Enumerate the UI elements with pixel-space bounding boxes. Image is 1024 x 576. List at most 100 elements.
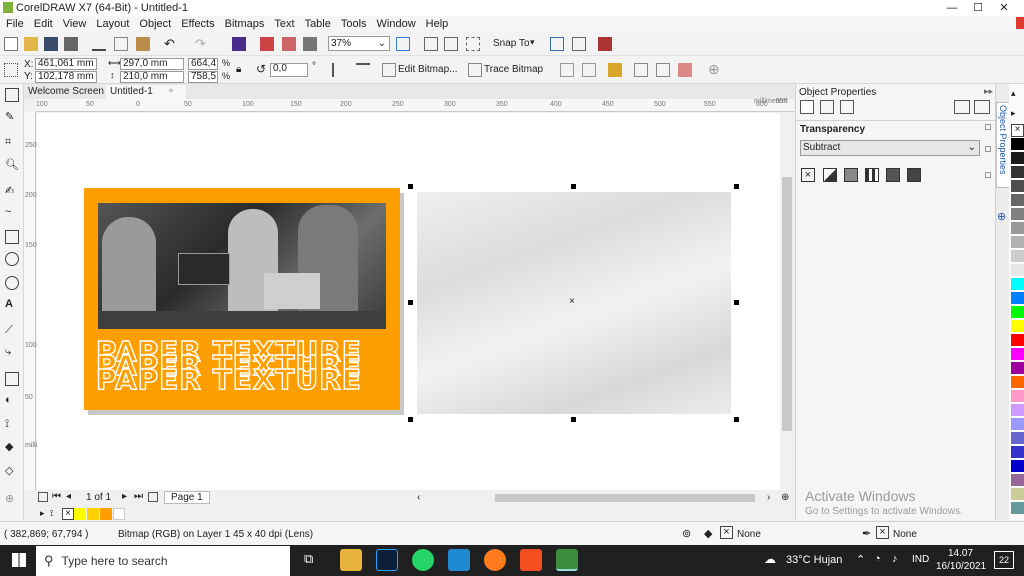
- clock-date[interactable]: 16/10/2021: [936, 561, 986, 572]
- tab-welcome-screen[interactable]: Welcome Screen: [24, 85, 108, 99]
- vscode-icon[interactable]: [448, 549, 470, 571]
- palette-menu-icon[interactable]: ▸: [40, 508, 45, 519]
- parallel-dimension-icon[interactable]: ⟋: [5, 324, 19, 338]
- weather-text[interactable]: 33°C Hujan: [786, 554, 842, 566]
- color-swatch[interactable]: [1011, 278, 1024, 291]
- close-button[interactable]: ✕: [992, 0, 1016, 16]
- new-doc-icon[interactable]: [4, 37, 18, 51]
- mirror-vertical-icon[interactable]: [356, 63, 370, 77]
- color-swatch[interactable]: [1011, 488, 1024, 501]
- color-swatch[interactable]: [1011, 418, 1024, 431]
- pick-tool-icon[interactable]: [5, 88, 19, 102]
- scroll-right-icon[interactable]: ›: [767, 492, 770, 503]
- import-icon[interactable]: [260, 37, 274, 51]
- color-swatch[interactable]: [1011, 152, 1024, 165]
- scale-height-field[interactable]: 758,5: [188, 71, 218, 83]
- windows-start-icon[interactable]: [12, 553, 26, 567]
- selection-handle[interactable]: [408, 184, 413, 189]
- scale-width-field[interactable]: 664,4: [188, 58, 218, 70]
- color-swatch[interactable]: [1011, 348, 1024, 361]
- polygon-tool-icon[interactable]: [5, 276, 19, 290]
- no-color-swatch[interactable]: ×: [1011, 124, 1024, 137]
- section-checkbox[interactable]: [985, 124, 991, 130]
- selection-handle[interactable]: [734, 417, 739, 422]
- rotation-angle-field[interactable]: 0,0: [270, 63, 308, 77]
- color-swatch[interactable]: [1011, 362, 1024, 375]
- show-rulers-icon[interactable]: [444, 37, 458, 51]
- color-swatch[interactable]: [1011, 138, 1024, 151]
- firefox-icon[interactable]: [484, 549, 506, 571]
- docker-menu-icon[interactable]: [974, 100, 990, 114]
- volume-icon[interactable]: ♪: [892, 553, 898, 565]
- eyedropper-icon[interactable]: ⟟: [5, 418, 19, 432]
- menu-file[interactable]: File: [6, 18, 24, 30]
- menu-object[interactable]: Object: [139, 18, 171, 30]
- figma-icon[interactable]: [520, 549, 542, 571]
- scrollbar-thumb[interactable]: [782, 177, 792, 431]
- connector-tool-icon[interactable]: ⤷: [5, 346, 19, 360]
- transparency-tab-icon[interactable]: [840, 100, 854, 114]
- color-swatch[interactable]: [1011, 334, 1024, 347]
- open-icon[interactable]: [24, 37, 38, 51]
- drop-shadow-icon[interactable]: [5, 372, 19, 386]
- coreldraw-taskbar-icon[interactable]: [556, 549, 578, 571]
- selection-handle[interactable]: [571, 184, 576, 189]
- rectangle-tool-icon[interactable]: [5, 230, 19, 244]
- color-swatch[interactable]: [1011, 194, 1024, 207]
- menu-text[interactable]: Text: [274, 18, 294, 30]
- color-swatch[interactable]: [1011, 376, 1024, 389]
- wifi-icon[interactable]: ◔: [874, 553, 881, 565]
- eyedropper-icon[interactable]: ⟟: [50, 508, 53, 519]
- photoshop-icon[interactable]: [376, 549, 398, 571]
- add-icon[interactable]: ⊕: [708, 61, 720, 78]
- uniform-transparency-icon[interactable]: [823, 168, 837, 182]
- color-swatch[interactable]: [1011, 460, 1024, 473]
- color-swatch[interactable]: [1011, 236, 1024, 249]
- paste-icon[interactable]: [136, 37, 150, 51]
- menu-edit[interactable]: Edit: [34, 18, 53, 30]
- color-swatch[interactable]: [1011, 320, 1024, 333]
- ellipse-tool-icon[interactable]: [5, 252, 19, 266]
- no-fill-swatch[interactable]: ×: [720, 526, 733, 539]
- interactive-fill-icon[interactable]: ◆: [5, 440, 19, 454]
- zoom-tool-icon[interactable]: 🔍︎: [5, 158, 19, 172]
- menu-help[interactable]: Help: [426, 18, 449, 30]
- tray-chevron-icon[interactable]: ⌃: [856, 553, 865, 566]
- color-swatch[interactable]: [1011, 474, 1024, 487]
- add-tab-button[interactable]: +: [164, 85, 178, 99]
- ungroup-all-icon[interactable]: [678, 63, 692, 77]
- menu-table[interactable]: Table: [305, 18, 331, 30]
- smart-fill-icon[interactable]: ◇: [5, 464, 19, 478]
- texture-transparency-icon[interactable]: [907, 168, 921, 182]
- cut-icon[interactable]: [92, 37, 106, 51]
- transparency-mode-select[interactable]: Subtract ⌄: [800, 140, 980, 156]
- app-launcher-icon[interactable]: [572, 37, 586, 51]
- artistic-media-icon[interactable]: ~: [5, 206, 19, 220]
- undo-icon[interactable]: ↶: [164, 36, 175, 52]
- zoom-level-select[interactable]: 37% ⌄: [328, 36, 390, 51]
- scrollbar-thumb[interactable]: [495, 494, 755, 502]
- color-swatch[interactable]: [1011, 208, 1024, 221]
- docker-collapse-icon[interactable]: ▸▸: [984, 86, 993, 97]
- transparency-tool-icon[interactable]: ◐: [5, 394, 19, 408]
- first-page-icon[interactable]: ⏮︎: [52, 491, 61, 502]
- color-swatch[interactable]: [87, 508, 99, 520]
- crop-bitmap-icon[interactable]: [560, 63, 574, 77]
- no-outline-swatch[interactable]: ×: [876, 526, 889, 539]
- save-icon[interactable]: [44, 37, 58, 51]
- search-content-icon[interactable]: [232, 37, 246, 51]
- outline-tab-icon[interactable]: [800, 100, 814, 114]
- x-position-field[interactable]: 461,061 mm: [35, 58, 97, 70]
- color-swatch[interactable]: [100, 508, 112, 520]
- launch-icon[interactable]: [598, 37, 612, 51]
- palette-up-icon[interactable]: ▴: [1011, 88, 1016, 99]
- color-swatch[interactable]: [1011, 306, 1024, 319]
- color-swatch[interactable]: [1011, 292, 1024, 305]
- color-swatch[interactable]: [1011, 502, 1024, 515]
- trace-bitmap-button[interactable]: Trace Bitmap: [484, 64, 543, 75]
- last-page-icon[interactable]: ⏭︎: [134, 491, 143, 502]
- color-swatch[interactable]: [74, 508, 86, 520]
- no-color-swatch[interactable]: ×: [62, 508, 74, 520]
- menu-view[interactable]: View: [63, 18, 87, 30]
- palette-menu-icon[interactable]: ▸: [1011, 108, 1016, 119]
